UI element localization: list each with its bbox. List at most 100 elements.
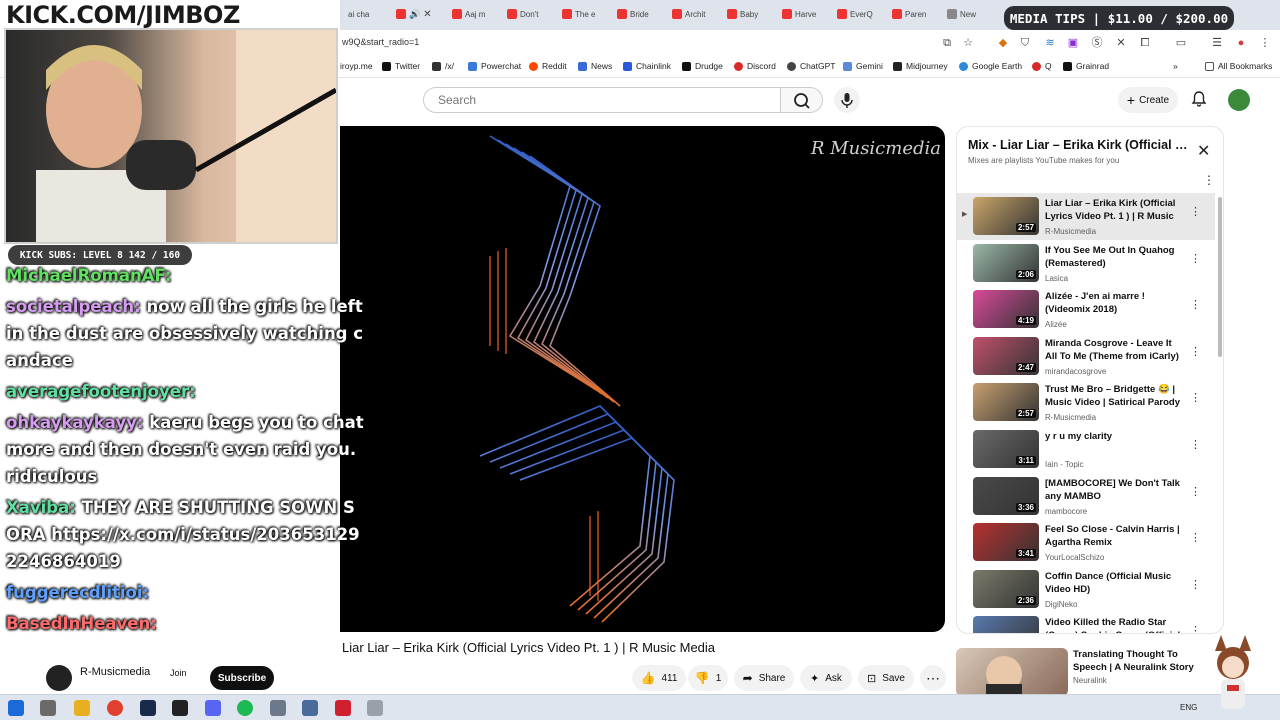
- share-button[interactable]: ➦ Share: [734, 665, 794, 691]
- bookmark-star-icon[interactable]: ☆: [961, 36, 975, 50]
- language-indicator[interactable]: ENG: [1180, 703, 1197, 712]
- notifications-button[interactable]: [1190, 90, 1208, 113]
- playlist-thumbnail[interactable]: 2:36: [973, 569, 1039, 608]
- spotify-icon[interactable]: [237, 700, 253, 716]
- browser-tab[interactable]: New: [943, 3, 997, 25]
- playlist-item-title[interactable]: Liar Liar – Erika Kirk (Official Lyrics …: [1045, 197, 1181, 223]
- file-explorer-icon[interactable]: [74, 700, 90, 716]
- playlist-thumbnail[interactable]: 2:06: [973, 243, 1039, 282]
- bookmark-item[interactable]: ChatGPT: [787, 61, 835, 71]
- bookmark-item[interactable]: News: [578, 61, 612, 71]
- bookmarks-overflow-icon[interactable]: »: [1173, 61, 1178, 71]
- app-icon[interactable]: [335, 700, 351, 716]
- more-vertical-icon[interactable]: ⋮: [1190, 391, 1201, 404]
- playlist-item[interactable]: 3:11 y r u my clarity Iain - Topic ⋮: [957, 426, 1215, 473]
- playlist-item[interactable]: 2:57 Trust Me Bro – Bridgette 😂 | Music V…: [957, 379, 1215, 426]
- playlist-item[interactable]: 3:41 Feel So Close - Calvin Harris | Agar…: [957, 519, 1215, 566]
- install-app-icon[interactable]: ⧉: [940, 36, 954, 50]
- speaker-icon[interactable]: 🔊: [409, 9, 420, 20]
- browser-tab[interactable]: Aaj m: [448, 3, 502, 25]
- bookmark-item[interactable]: Gemini: [843, 61, 883, 71]
- browser-tab[interactable]: EverQ: [833, 3, 887, 25]
- browser-tab[interactable]: The e: [558, 3, 612, 25]
- puzzle-extensions-icon[interactable]: ⧠: [1138, 36, 1152, 50]
- channel-avatar[interactable]: [46, 665, 72, 691]
- close-tab-icon[interactable]: ✕: [423, 9, 431, 20]
- metamask-extension-icon[interactable]: ◆: [996, 36, 1010, 50]
- playlist-item[interactable]: Video Killed the Radio Star (Cover) Soph…: [957, 612, 1215, 633]
- more-vertical-icon[interactable]: ⋮: [1190, 578, 1201, 591]
- bookmark-item[interactable]: /x/: [432, 61, 454, 71]
- playlist-thumbnail[interactable]: 3:36: [973, 476, 1039, 515]
- playlist-scrollbar[interactable]: [1218, 197, 1222, 357]
- playlist-item-title[interactable]: Video Killed the Radio Star (Cover) Soph…: [1045, 616, 1181, 633]
- playlist-item[interactable]: 4:19 Alizée - J'en ai marre ! (Videomix 2…: [957, 286, 1215, 333]
- steam-icon[interactable]: [140, 700, 156, 716]
- more-vertical-icon[interactable]: ⋮: [1190, 438, 1201, 451]
- reading-list-icon[interactable]: ☰: [1210, 36, 1224, 50]
- subscribe-button[interactable]: Subscribe: [210, 666, 274, 690]
- voice-search-button[interactable]: [834, 87, 860, 113]
- playlist-item[interactable]: ▶ 2:57 Liar Liar – Erika Kirk (Official Ly…: [957, 193, 1215, 240]
- bookmark-item[interactable]: Chainlink: [623, 61, 671, 71]
- audio-extension-icon[interactable]: ≋: [1043, 36, 1057, 50]
- playlist-item-title[interactable]: Feel So Close - Calvin Harris | Agartha …: [1045, 523, 1181, 549]
- x-extension-icon[interactable]: ✕: [1114, 36, 1128, 50]
- discord-icon[interactable]: [205, 700, 221, 716]
- sidepanel-icon[interactable]: ▭: [1174, 36, 1188, 50]
- create-button[interactable]: + Create: [1118, 87, 1178, 113]
- playlist-item[interactable]: 3:36 [MAMBOCORE] We Don't Talk any MAMBO m…: [957, 473, 1215, 520]
- playlist-thumbnail[interactable]: 2:57: [973, 383, 1039, 422]
- app-icon[interactable]: [367, 700, 383, 716]
- ask-button[interactable]: ✦ Ask: [800, 665, 852, 691]
- playlist-thumbnail[interactable]: 2:47: [973, 336, 1039, 375]
- chat-username[interactable]: BasedInHeaven:: [6, 614, 157, 633]
- chat-username[interactable]: Xaviba:: [6, 498, 76, 517]
- browser-tab[interactable]: Harve: [778, 3, 832, 25]
- playlist-item-title[interactable]: Miranda Cosgrove - Leave It All To Me (T…: [1045, 337, 1181, 363]
- more-vertical-icon[interactable]: ⋮: [1190, 298, 1201, 311]
- browser-tab[interactable]: Paren: [888, 3, 942, 25]
- playlist-thumbnail[interactable]: [973, 616, 1039, 633]
- bookmark-item[interactable]: Google Earth: [959, 61, 1022, 71]
- dislike-button[interactable]: 👎 1: [688, 665, 728, 691]
- playlist-item[interactable]: 2:47 Miranda Cosgrove - Leave It All To M…: [957, 333, 1215, 380]
- playlist-item-title[interactable]: [MAMBOCORE] We Don't Talk any MAMBO: [1045, 477, 1181, 503]
- account-avatar[interactable]: [1228, 89, 1250, 111]
- more-actions-button[interactable]: ⋯: [920, 665, 946, 691]
- chat-username[interactable]: societalpeach:: [6, 297, 141, 316]
- more-vertical-icon[interactable]: ⋮: [1190, 531, 1201, 544]
- recommended-title[interactable]: Translating Thought To Speech | A Neural…: [1073, 648, 1213, 674]
- playlist-item-title[interactable]: Coffin Dance (Official Music Video HD): [1045, 570, 1181, 596]
- browser-tab[interactable]: Archit: [668, 3, 722, 25]
- more-vertical-icon[interactable]: ⋮: [1203, 173, 1215, 187]
- playlist-item-title[interactable]: Alizée - J'en ai marre ! (Videomix 2018): [1045, 290, 1181, 316]
- browser-tab[interactable]: Don't: [503, 3, 557, 25]
- extension-icon[interactable]: Ⓢ: [1090, 36, 1104, 50]
- playlist-thumbnail[interactable]: 4:19: [973, 290, 1039, 329]
- more-vertical-icon[interactable]: ⋮: [1190, 205, 1201, 218]
- chat-username[interactable]: ohkaykaykayy:: [6, 413, 144, 432]
- extension-icon[interactable]: ▣: [1066, 36, 1080, 50]
- more-vertical-icon[interactable]: ⋮: [1190, 345, 1201, 358]
- playlist-item-title[interactable]: Trust Me Bro – Bridgette 😂 | Music Video…: [1045, 383, 1181, 409]
- search-button[interactable]: [781, 87, 823, 113]
- terminal-icon[interactable]: [172, 700, 188, 716]
- playlist-thumbnail[interactable]: 2:57: [973, 197, 1039, 235]
- bookmark-item[interactable]: Midjourney: [893, 61, 948, 71]
- app-icon[interactable]: [270, 700, 286, 716]
- browser-tab[interactable]: Bride: [613, 3, 667, 25]
- playlist-thumbnail[interactable]: 3:41: [973, 523, 1039, 562]
- shield-extension-icon[interactable]: ⛉: [1018, 36, 1032, 50]
- browser-tab[interactable]: Baby: [723, 3, 777, 25]
- playlist-item[interactable]: 2:06 If You See Me Out In Quahog (Remaste…: [957, 240, 1215, 287]
- bookmark-item[interactable]: Grainrad: [1063, 61, 1109, 71]
- more-vertical-icon[interactable]: ⋮: [1190, 624, 1201, 633]
- bookmark-item[interactable]: Discord: [734, 61, 776, 71]
- like-button[interactable]: 👍 411: [632, 665, 686, 691]
- video-player[interactable]: R Musicmedia: [340, 126, 945, 632]
- start-windows-icon[interactable]: [8, 700, 24, 716]
- chrome-icon[interactable]: [107, 700, 123, 716]
- playlist-thumbnail[interactable]: 3:11: [973, 429, 1039, 468]
- bookmark-item[interactable]: Drudge: [682, 61, 723, 71]
